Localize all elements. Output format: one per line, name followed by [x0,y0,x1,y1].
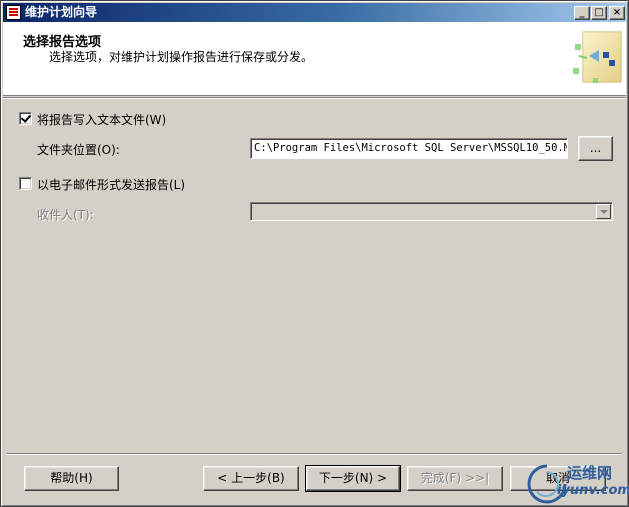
write-to-file-checkbox[interactable] [19,112,32,125]
page-subtitle: 选择选项，对维护计划操作报告进行保存或分发。 [49,50,314,64]
watermark-url: iyunv.com [557,483,629,498]
close-button[interactable]: × [609,6,625,20]
browse-folder-button[interactable]: ... [578,136,613,161]
app-icon [6,5,21,20]
chevron-down-icon[interactable] [596,204,611,219]
maximize-button[interactable]: □ [591,6,607,20]
site-watermark: 运维网 iyunv.com [523,460,629,506]
minimize-button[interactable]: _ [574,6,590,20]
write-to-file-label[interactable]: 将报告写入文本文件(W) [37,111,166,128]
wizard-window: 维护计划向导 _ □ × 选择报告选项 选择选项，对维护计划操作报告进行保存或分… [0,0,629,507]
folder-location-input[interactable]: C:\Program Files\Microsoft SQL Server\MS… [250,138,568,159]
watermark-text: 运维网 [567,464,613,482]
recipient-label: 收件人(T): [37,208,94,222]
recipient-combobox[interactable] [250,202,613,221]
window-title: 维护计划向导 [25,5,98,19]
email-report-label[interactable]: 以电子邮件形式发送报告(L) [37,176,185,193]
help-button[interactable]: 帮助(H) [24,466,119,491]
folder-location-label: 文件夹位置(O): [37,143,120,157]
wizard-header: 选择报告选项 选择选项，对维护计划操作报告进行保存或分发。 [3,22,626,96]
next-button[interactable]: 下一步(N) > [305,465,401,492]
back-button[interactable]: < 上一步(B) [203,466,299,491]
email-report-checkbox[interactable] [19,177,32,190]
title-bar[interactable]: 维护计划向导 _ □ × [3,3,626,22]
wizard-graphic-icon [573,31,622,83]
header-separator [3,97,626,99]
finish-button[interactable]: 完成(F) >>| [407,466,503,491]
footer-separator [7,453,622,455]
